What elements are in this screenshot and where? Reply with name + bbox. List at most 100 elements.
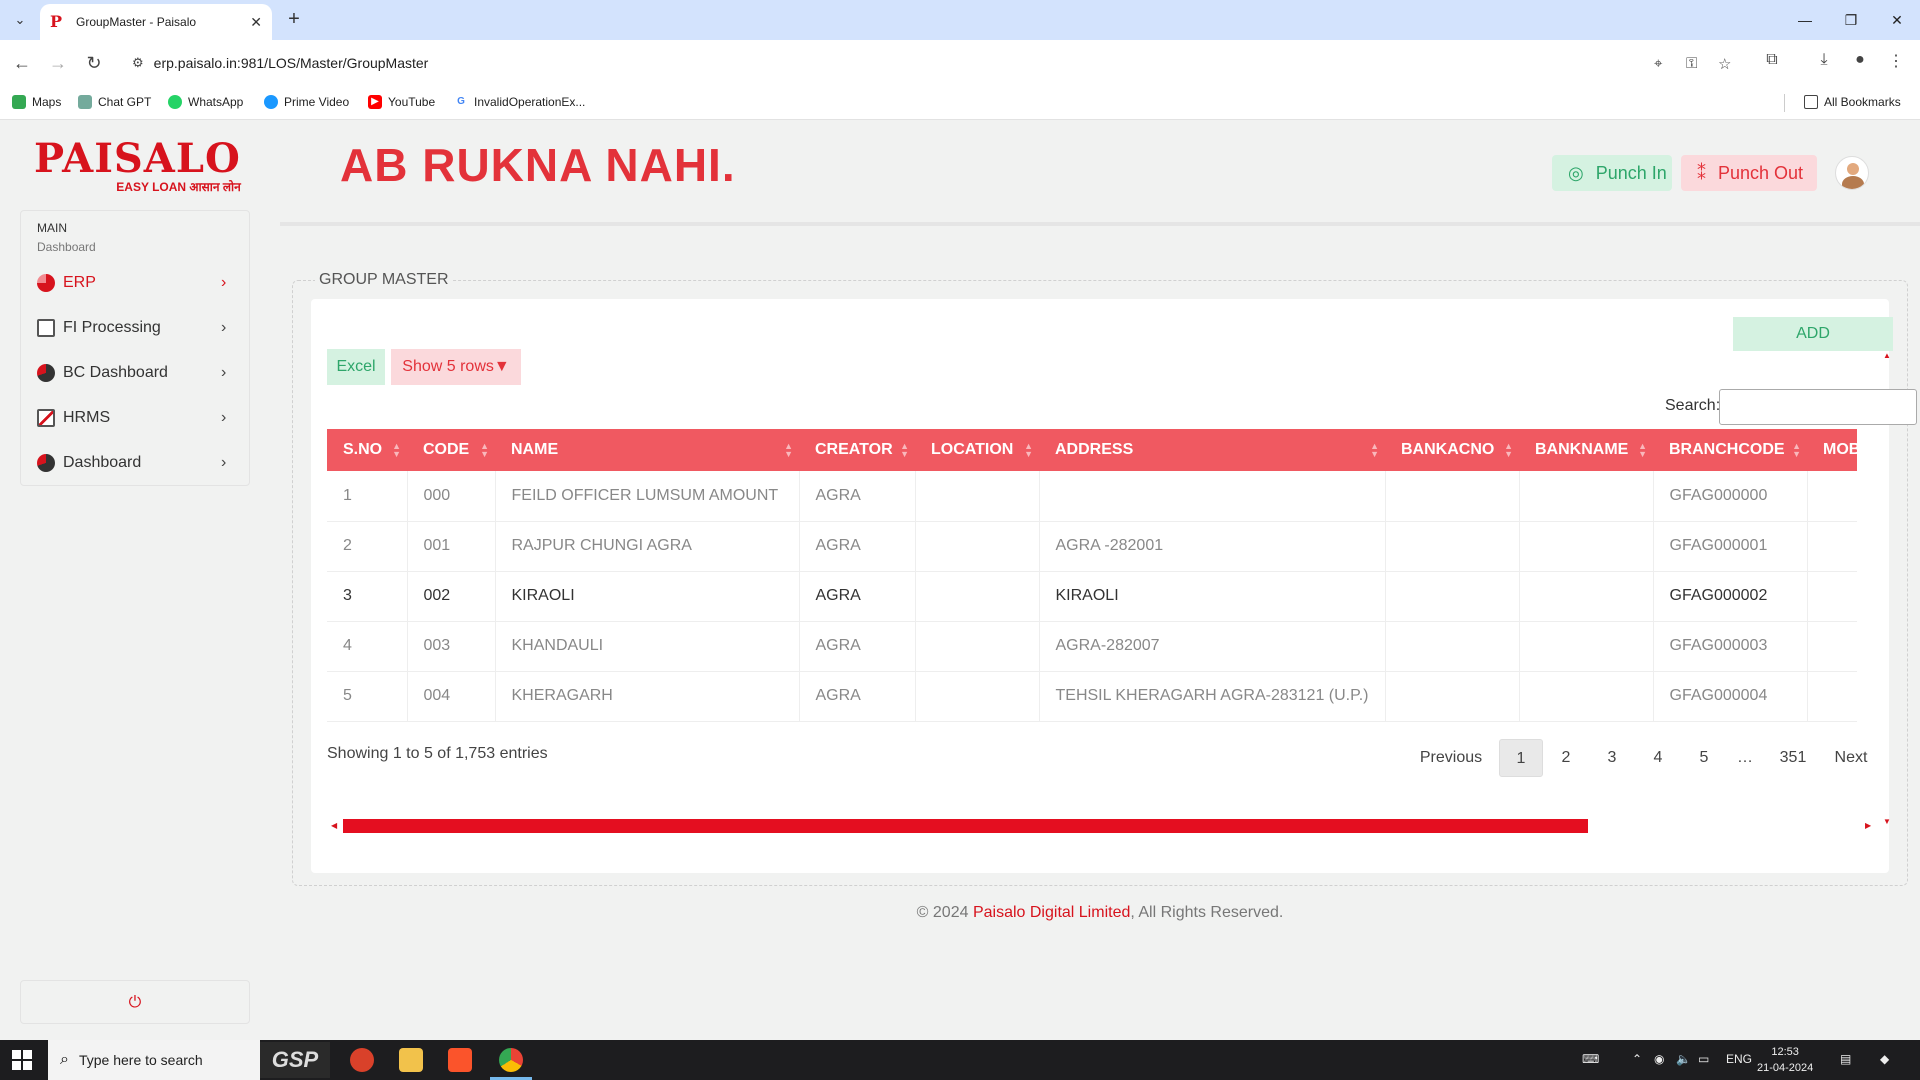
table-cell: [1385, 621, 1520, 672]
browser-toolbar: ← → ↻ ⚙ erp.paisalo.in:981/LOS/Master/Gr…: [0, 40, 1920, 86]
page-button-4[interactable]: 4: [1639, 739, 1677, 777]
all-bookmarks[interactable]: All Bookmarks: [1804, 95, 1901, 109]
sidebar-item-erp[interactable]: ERP ›: [21, 263, 251, 303]
column-label: ADDRESS: [1055, 441, 1134, 458]
page-button-5[interactable]: 5: [1685, 739, 1723, 777]
show-rows-button[interactable]: Show 5 rows▼: [391, 349, 521, 385]
column-header-address[interactable]: ADDRESS ▲ ▼: [1039, 429, 1385, 471]
windows-start-icon[interactable]: [12, 1050, 32, 1070]
location-icon[interactable]: ⌖: [1654, 55, 1662, 72]
bookmark-prime-video[interactable]: Prime Video: [264, 95, 349, 109]
system-clock[interactable]: 12:53 21-04-2024: [1757, 1044, 1813, 1076]
scroll-up-icon[interactable]: ▲: [1883, 351, 1891, 360]
page-button-1[interactable]: 1: [1499, 739, 1543, 777]
close-window-icon[interactable]: ✕: [1882, 8, 1912, 32]
sidebar-item-bc-dashboard[interactable]: BC Dashboard ›: [21, 353, 251, 393]
chevron-right-icon: ›: [221, 274, 227, 291]
column-header-mobile[interactable]: MOBI: [1807, 429, 1857, 471]
column-header-sno[interactable]: S.NO ▲ ▼: [327, 429, 407, 471]
bookmark-whatsapp[interactable]: WhatsApp: [168, 95, 243, 109]
column-header-creator[interactable]: CREATOR ▲ ▼: [799, 429, 915, 471]
table-cell: [1807, 521, 1857, 572]
brave-icon[interactable]: [448, 1048, 472, 1072]
tab-search-icon[interactable]: ⌄: [8, 8, 32, 32]
table-row[interactable]: 5 004 KHERAGARH AGRA TEHSIL KHERAGARH AGRA-2…: [327, 671, 1857, 722]
scroll-left-icon[interactable]: ◀: [331, 821, 337, 830]
chrome-icon[interactable]: [499, 1048, 523, 1072]
scroll-right-icon[interactable]: ▶: [1865, 821, 1871, 830]
column-header-name[interactable]: NAME ▲ ▼: [495, 429, 799, 471]
sidebar-item-dashboard[interactable]: Dashboard ›: [21, 443, 251, 483]
battery-icon[interactable]: ▭: [1698, 1052, 1709, 1066]
page-button-351[interactable]: 351: [1767, 739, 1819, 777]
column-header-bankname[interactable]: BANKNAME ▲ ▼: [1519, 429, 1653, 471]
bookmark-invalidoperation[interactable]: G InvalidOperationEx...: [454, 95, 585, 109]
sort-icon: ▲ ▼: [1638, 441, 1647, 459]
back-icon[interactable]: ←: [10, 51, 34, 75]
taskbar-search[interactable]: ⌕ Type here to search: [48, 1040, 260, 1080]
more-menu-icon[interactable]: ⋮: [1884, 51, 1908, 71]
column-header-branchcode[interactable]: BRANCHCODE ▲ ▼: [1653, 429, 1807, 471]
site-info-icon[interactable]: ⚙: [132, 55, 144, 71]
excel-button[interactable]: Excel: [327, 349, 385, 385]
browser-tab[interactable]: P GroupMaster - Paisalo ✕: [40, 4, 272, 40]
bookmark-maps[interactable]: Maps: [12, 95, 61, 109]
punch-out-button[interactable]: ⁑ Punch Out: [1681, 155, 1817, 191]
punch-in-button[interactable]: ◎ Punch In: [1552, 155, 1672, 191]
column-header-code[interactable]: CODE ▲ ▼: [407, 429, 495, 471]
close-tab-icon[interactable]: ✕: [250, 14, 262, 31]
table-cell: AGRA: [799, 571, 916, 622]
power-icon[interactable]: ⏻: [20, 980, 250, 1024]
profile-icon[interactable]: ●: [1848, 51, 1872, 69]
copilot-icon[interactable]: ◆: [1880, 1052, 1889, 1066]
sidebar-item-fi-processing[interactable]: FI Processing ›: [21, 308, 251, 348]
language-indicator[interactable]: ENG: [1726, 1052, 1752, 1066]
column-header-location[interactable]: LOCATION ▲ ▼: [915, 429, 1039, 471]
gsp-widget[interactable]: GSP: [260, 1042, 330, 1078]
table-row[interactable]: 1 000 FEILD OFFICER LUMSUM AMOUNT AGRA GFAG0…: [327, 471, 1857, 522]
add-button[interactable]: ADD: [1733, 317, 1893, 351]
scroll-down-icon[interactable]: ▼: [1883, 817, 1891, 826]
file-explorer-icon[interactable]: [399, 1048, 423, 1072]
table-cell: 001: [407, 521, 496, 572]
reload-icon[interactable]: ↻: [82, 51, 106, 75]
network-icon[interactable]: ◉: [1654, 1052, 1664, 1066]
table-cell: TEHSIL KHERAGARH AGRA-283121 (U.P.): [1039, 671, 1386, 722]
bookmark-chatgpt[interactable]: Chat GPT: [78, 95, 151, 109]
page-button-2[interactable]: 2: [1547, 739, 1585, 777]
bookmark-label: Maps: [32, 95, 62, 109]
search-input[interactable]: [1719, 389, 1917, 425]
sidebar-item-label: FI Processing: [63, 319, 161, 336]
group-master-panel: GROUP MASTER ADD Excel Show 5 rows▼ ▲ Se…: [292, 271, 1917, 886]
avatar[interactable]: [1835, 156, 1869, 190]
edit-icon: [37, 409, 55, 427]
extensions-icon[interactable]: ⧉: [1760, 51, 1784, 69]
notifications-icon[interactable]: ▤: [1840, 1052, 1851, 1066]
app-icon[interactable]: [350, 1048, 374, 1072]
address-bar[interactable]: ⚙ erp.paisalo.in:981/LOS/Master/GroupMas…: [120, 45, 1770, 81]
restore-icon[interactable]: ❐: [1836, 8, 1866, 32]
footer-brand-link[interactable]: Paisalo Digital Limited: [973, 904, 1130, 921]
table-row[interactable]: 4 003 KHANDAULI AGRA AGRA-282007 GFAG000003: [327, 621, 1857, 672]
table-cell: [1519, 521, 1654, 572]
paisalo-logo[interactable]: PAISALO EASY LOAN आसान लोन: [34, 138, 241, 195]
forward-icon[interactable]: →: [46, 51, 70, 75]
table-cell: 000: [407, 471, 496, 522]
table-row[interactable]: 3 002 KIRAOLI AGRA KIRAOLI GFAG000002: [327, 571, 1857, 622]
table-row[interactable]: 2 001 RAJPUR CHUNGI AGRA AGRA AGRA -282001 GF…: [327, 521, 1857, 572]
download-icon[interactable]: ⤓: [1812, 51, 1836, 69]
column-header-bankacno[interactable]: BANKACNO ▲ ▼: [1385, 429, 1519, 471]
new-tab-icon[interactable]: +: [282, 8, 306, 32]
show-hidden-icons[interactable]: ⌃: [1632, 1052, 1642, 1066]
minimize-icon[interactable]: —: [1790, 8, 1820, 32]
sidebar-item-hrms[interactable]: HRMS ›: [21, 398, 251, 438]
next-button[interactable]: Next: [1823, 739, 1879, 777]
volume-icon[interactable]: 🔈: [1676, 1052, 1691, 1066]
bookmark-youtube[interactable]: ▶ YouTube: [368, 95, 435, 109]
horizontal-scrollbar[interactable]: [343, 819, 1588, 833]
previous-button[interactable]: Previous: [1411, 739, 1491, 777]
keyboard-icon[interactable]: ⌨: [1582, 1052, 1599, 1066]
page-button-3[interactable]: 3: [1593, 739, 1631, 777]
bookmark-star-icon[interactable]: ☆: [1718, 55, 1731, 73]
key-icon[interactable]: ⚿: [1686, 55, 1697, 72]
